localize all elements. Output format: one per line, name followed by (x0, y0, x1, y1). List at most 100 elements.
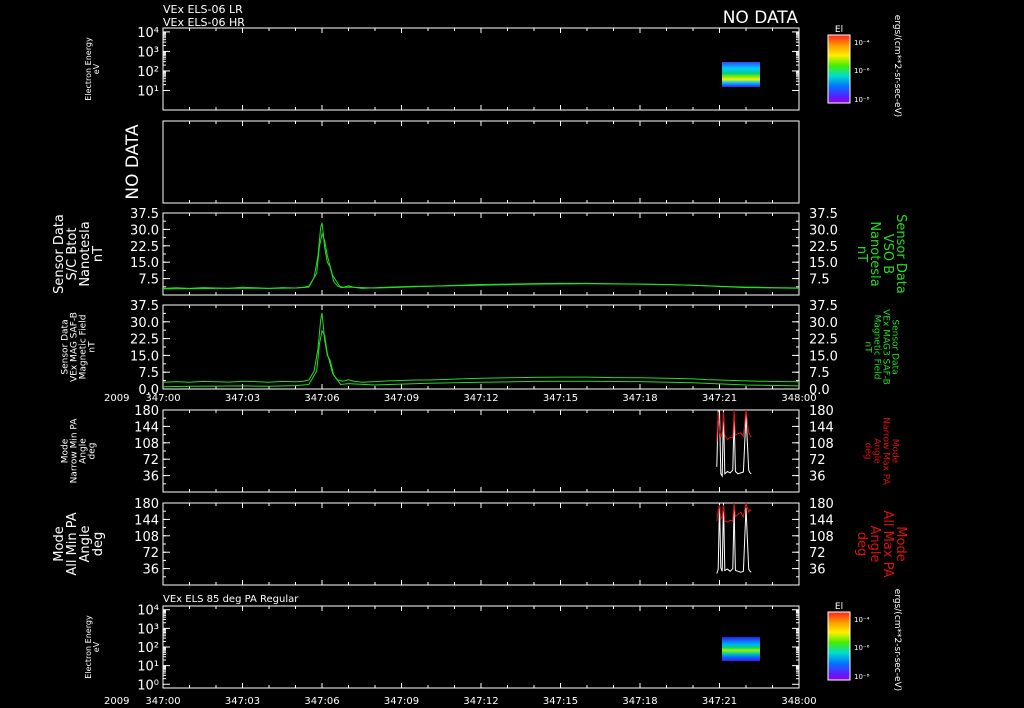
panel-7-ytick-label: 10¹ (137, 660, 159, 675)
panel-1-ytick-label: 10³ (137, 45, 159, 60)
panel-6-ytick-label-right: 36 (809, 563, 826, 578)
panel-3-ytick-label-right: 22.5 (809, 240, 838, 255)
panel-5-ylabel: Mode Narrow Min PA Angle deg (61, 418, 98, 484)
xaxis-7-tick-label: 347:12 (463, 696, 498, 707)
panel-5-ytick-label: 36 (142, 470, 159, 485)
panel-6-ytick-label-right: 144 (809, 513, 834, 528)
colorbar-2-tick-2: 10⁻⁶ (854, 644, 870, 652)
panel-6-right-label: ModeAll Max PAAngledeg (854, 510, 908, 577)
colorbar-1-title: El (835, 25, 843, 35)
panel-4-ytick-label-right: 15.0 (809, 349, 838, 364)
panel-6-ytick-label: 72 (142, 546, 159, 561)
panel-6-ylabel-line-4: deg (91, 532, 106, 557)
panel-4-ytick-label: 30.0 (130, 316, 159, 331)
panel-2-frame (162, 120, 800, 204)
panel-6-series-1 (716, 502, 752, 574)
panel-7-ylabel: Electron Energy eV (84, 615, 101, 679)
panel-4-frame (162, 304, 800, 390)
panel-7-ytick-label: 10⁴ (137, 604, 159, 619)
panel-6-ylabel: ModeAll Min PAAngledeg (52, 512, 106, 575)
xaxis-7-tick-label: 347:03 (225, 696, 260, 707)
panel-4-ytick-label-right: 37.5 (809, 299, 838, 314)
panel-4-ytick-label: 0.0 (138, 383, 159, 398)
panel-5-right-label-line-4: deg (862, 443, 872, 460)
panel-5-ytick-label: 180 (134, 404, 159, 419)
panel-3-ytick-label: 37.5 (130, 207, 159, 222)
panel-4-ytick-label-right: 7.5 (809, 366, 830, 381)
panel-6-ytick-label: 180 (134, 497, 159, 512)
panel-7-title: VEx ELS 85 deg PA Regular (163, 594, 299, 605)
panel-3-frame (162, 212, 800, 296)
xaxis-7-year: 2009 (104, 696, 129, 707)
panel-6-ytick-label-right: 108 (809, 530, 834, 545)
panel-3-series-1 (162, 222, 800, 289)
header-line-1: VEx ELS-06 LR (163, 3, 243, 16)
panel-5-ytick-label: 72 (142, 453, 159, 468)
panel-1-frame (162, 27, 800, 111)
panel-7-spectrogram (722, 637, 760, 661)
panel-3-ytick-label-right: 15.0 (809, 256, 838, 271)
panel-4-right-label: Sensor DataVEx MAG3 SAF-BMagnetic Fieldn… (862, 309, 899, 385)
panel-5-ytick-label-right: 144 (809, 420, 834, 435)
xaxis-7-tick-label: 348:00 (781, 696, 816, 707)
panel-6-right-label-line-4: deg (854, 532, 869, 557)
panel-1-ylabel: Electron Energy eV (84, 37, 101, 101)
colorbar-1-units: ergs/(cm**2-sr-sec-eV) (892, 15, 902, 117)
panel-6-ytick-label: 144 (134, 513, 159, 528)
panel-4-series-1 (162, 312, 800, 383)
xaxis-4-tick-label: 347:12 (463, 393, 498, 404)
xaxis-4-tick-label: 347:09 (384, 393, 419, 404)
xaxis-4-tick-label: 347:06 (304, 393, 339, 404)
panel-4-ytick-label-right: 0.0 (809, 383, 830, 398)
xaxis-4-tick-label: 347:03 (225, 393, 260, 404)
xaxis-7-tick-label: 347:21 (702, 696, 737, 707)
colorbar-2: El 10⁻⁴ 10⁻⁶ 10⁻⁸ ergs/(cm**2-sr-sec-eV) (827, 589, 902, 691)
colorbar-1-tick-3: 10⁻⁸ (854, 96, 870, 104)
panel-3-right-label-line-4: nT (854, 246, 869, 262)
panel-6-ytick-label-right: 180 (809, 497, 834, 512)
colorbar-2-units: ergs/(cm**2-sr-sec-eV) (892, 589, 902, 691)
panel-4-ytick-label-right: 30.0 (809, 316, 838, 331)
colorbar-2-title: El (835, 602, 843, 612)
panel-1-ylabel-line-2: eV (92, 63, 101, 74)
colorbar-1-tick-2: 10⁻⁶ (854, 67, 870, 75)
colorbar-2-tick-1: 10⁻⁴ (854, 616, 870, 624)
panel-1-ytick-label: 10⁴ (137, 26, 159, 41)
panel-3-ylabel-line-4: nT (91, 246, 106, 262)
colorbar-2-tick-3: 10⁻⁸ (854, 673, 870, 681)
header-line-2: VEx ELS-06 HR (163, 16, 245, 29)
panel-4-ytick-label: 15.0 (130, 349, 159, 364)
panel-frames (162, 27, 800, 689)
panel-3-series-2 (162, 232, 800, 290)
panel-5-frame (162, 409, 800, 493)
panel-4-ytick-label: 22.5 (130, 333, 159, 348)
xaxis-7-tick-label: 347:18 (622, 696, 657, 707)
panel-4-right-label-line-4: nT (862, 341, 872, 353)
panel-1-spectrogram (722, 62, 760, 87)
panel-5-right-label: ModeNarrow Max PAAngledeg (862, 417, 899, 485)
xaxis-4-year: 2009 (104, 393, 129, 404)
xaxis-4-tick-label: 347:21 (702, 393, 737, 404)
xaxis-7-tick-label: 347:06 (304, 696, 339, 707)
figure: VEx ELS-06 LR VEx ELS-06 HR NO DATA NO D… (52, 3, 908, 707)
xaxis-7-tick-label: 347:00 (145, 696, 180, 707)
panel-5-ytick-label: 144 (134, 420, 159, 435)
panel-5-ylabel-line-4: deg (88, 443, 98, 460)
panel-7-ylabel-line-2: eV (92, 641, 101, 652)
colorbar-1: El 10⁻⁴ 10⁻⁶ 10⁻⁸ ergs/(cm**2-sr-sec-eV) (827, 15, 902, 117)
colorbar-1-tick-1: 10⁻⁴ (854, 39, 870, 47)
panel-5-ytick-label-right: 180 (809, 404, 834, 419)
panel-3-right-label: Sensor DataVSO BNanoteslanT (854, 214, 908, 294)
panel-4-ytick-label-right: 22.5 (809, 333, 838, 348)
xaxis-4-tick-label: 347:18 (622, 393, 657, 404)
panel-4-ylabel-line-4: nT (88, 341, 98, 353)
panel-6-frame (162, 502, 800, 586)
panel-4-ytick-label: 7.5 (138, 366, 159, 381)
xaxis-7-tick-label: 347:09 (384, 696, 419, 707)
panel-7-ytick-label: 10⁰ (137, 678, 159, 693)
panel-5-ytick-label-right: 108 (809, 437, 834, 452)
panel-5-ytick-label-right: 36 (809, 470, 826, 485)
panel-6-ytick-label: 108 (134, 530, 159, 545)
panel-1-ytick-label: 10² (137, 65, 159, 80)
panel-5-ytick-label-right: 72 (809, 453, 826, 468)
